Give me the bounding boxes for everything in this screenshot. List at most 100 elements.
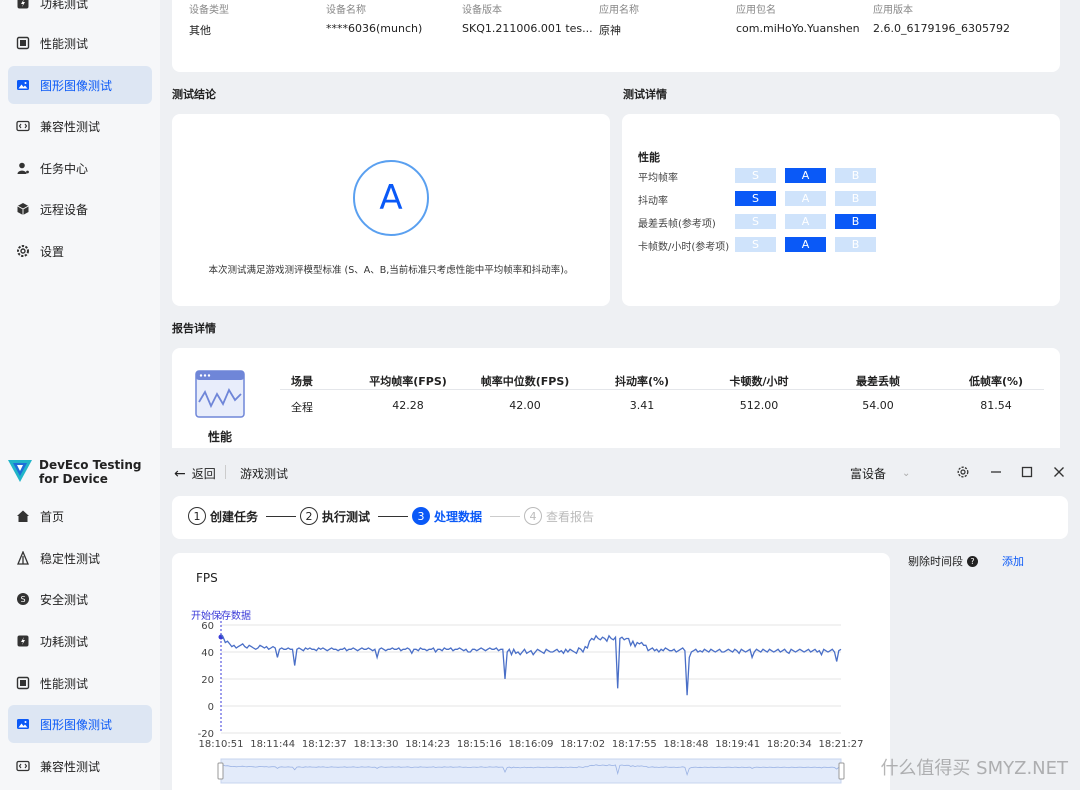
sidebar-item-bottom-5[interactable]: 图形图像测试 [8, 705, 152, 743]
x-tick-label: 18:17:55 [612, 739, 657, 750]
sidebar-item-bottom-4[interactable]: 性能测试 [8, 664, 152, 702]
table-cell: 42.00 [509, 399, 541, 412]
back-button[interactable]: ← 返回 [174, 465, 216, 482]
sidebar-item-top-5[interactable]: 远程设备 [8, 190, 152, 228]
table-header: 平均帧率(FPS) [369, 375, 447, 388]
steps-bar: 1 创建任务 2 执行测试 3 处理数据 4 查看报告 [172, 496, 1068, 539]
chevron-down-icon: ⌄ [902, 468, 911, 479]
step-label: 查看报告 [546, 509, 595, 524]
x-tick-label: 18:11:44 [250, 739, 295, 750]
info-value: ****6036(munch) [326, 22, 423, 35]
grade-box-b: B [835, 237, 876, 252]
sidebar-item-label: 设置 [40, 244, 65, 259]
sidebar-item-top-0[interactable]: 功耗测试 [8, 0, 152, 22]
info-value: 其他 [189, 24, 211, 37]
sidebar-item-top-2[interactable]: 图形图像测试 [8, 66, 152, 104]
sidebar-item-top-4[interactable]: 任务中心 [8, 149, 152, 187]
grade-row-label: 平均帧率 [638, 173, 678, 184]
power-icon [16, 634, 30, 648]
title-divider [225, 465, 226, 479]
watermark-text: 什么值得买 SMYZ.NET [880, 758, 1068, 779]
report-view: 设备类型 其他 设备名称 ****6036(munch) 设备版本 SKQ1.211006… [160, 0, 1080, 458]
sidebar-bottom: DevEco Testing for Device 首页 稳定性测试 S 安全测试 功耗… [0, 448, 160, 790]
maximize-icon[interactable] [1020, 465, 1034, 479]
conclusion-description: 本次测试满足游戏测评模型标准 (S、A、B,当前标准只考虑性能中平均帧率和抖动率… [208, 265, 574, 276]
code-icon [16, 759, 30, 773]
sidebar-item-label: 图形图像测试 [40, 78, 113, 93]
range-slider [220, 758, 842, 784]
step-connector [378, 516, 408, 517]
grade-box-a: A [785, 191, 826, 206]
x-tick-label: 18:17:02 [560, 739, 605, 750]
step-2: 2 执行测试 [300, 507, 370, 525]
add-button[interactable]: 添加 [1002, 553, 1024, 569]
exclude-period-label-wrap: 剔除时间段 ? [908, 553, 978, 569]
device-select[interactable]: 富设备 ⌄ [850, 465, 910, 482]
brand-line-1: DevEco Testing [39, 458, 142, 472]
x-tick-label: 18:19:41 [715, 739, 760, 750]
grade-box-s: S [735, 237, 776, 252]
table-cell: 81.54 [980, 399, 1012, 412]
x-tick-label: 18:16:09 [509, 739, 554, 750]
y-tick-label: 20 [201, 675, 214, 686]
sidebar-item-bottom-2[interactable]: S 安全测试 [8, 580, 152, 618]
x-tick-label: 18:21:27 [819, 739, 864, 750]
grade-circle: A [353, 160, 429, 236]
sidebar-item-top-6[interactable]: 设置 [8, 232, 152, 270]
table-cell: 512.00 [739, 399, 779, 412]
grade-box-a: A [785, 214, 826, 229]
sidebar-item-label: 首页 [40, 509, 65, 524]
sidebar-item-label: 性能测试 [40, 36, 89, 51]
grade-row-label: 卡帧数/小时(参考项) [638, 242, 730, 253]
grade-box-s: S [735, 168, 776, 183]
table-header: 场景 [291, 375, 313, 388]
sidebar-item-top-1[interactable]: 性能测试 [8, 24, 152, 62]
sidebar-item-bottom-1[interactable]: 稳定性测试 [8, 539, 152, 577]
info-label: 设备名称 [326, 5, 366, 16]
gear-icon[interactable] [956, 465, 970, 479]
table-cell: 全程 [291, 401, 313, 414]
performance-icon [16, 676, 30, 690]
report-card: 性能 场景 全程 平均帧率(FPS) 42.28 帧率中位数(FPS) 42.00 抖动率(… [172, 348, 1060, 458]
cube-icon [16, 202, 30, 216]
step-1: 1 创建任务 [188, 507, 258, 525]
grade-box-s: S [735, 214, 776, 229]
x-tick-label: 18:12:37 [302, 739, 347, 750]
device-info-card: 设备类型 其他 设备名称 ****6036(munch) 设备版本 SKQ1.211006… [172, 0, 1060, 72]
sidebar-item-bottom-6[interactable]: 兼容性测试 [8, 747, 152, 785]
fps-chart: 6040200-2018:10:51 18:11:44 18:12:37 18:13:… [191, 609, 864, 784]
x-tick-label: 18:10:51 [199, 739, 244, 750]
fps-series-line [220, 634, 842, 696]
title-bar: ← 返回 游戏测试 富设备 ⌄ [160, 448, 1080, 496]
step-number: 1 [188, 507, 206, 525]
step-3: 3 处理数据 [412, 507, 482, 525]
details-title: 测试详情 [623, 88, 667, 101]
sidebar-item-bottom-3[interactable]: 功耗测试 [8, 622, 152, 660]
info-label: 设备类型 [189, 5, 229, 16]
step-connector [266, 516, 296, 517]
grade-box-b: B [835, 191, 876, 206]
info-label: 应用版本 [873, 5, 913, 16]
device-select-value: 富设备 [850, 467, 887, 481]
help-icon[interactable]: ? [967, 555, 978, 567]
power-icon [16, 0, 30, 10]
table-cell: 54.00 [862, 399, 894, 412]
sidebar-item-label: 图形图像测试 [40, 717, 113, 732]
sidebar-item-bottom-0[interactable]: 首页 [8, 497, 152, 535]
minimize-icon[interactable] [989, 465, 1003, 479]
info-label: 应用包名 [736, 5, 776, 16]
sidebar-item-label: 安全测试 [40, 592, 89, 607]
conclusion-card: A 本次测试满足游戏测评模型标准 (S、A、B,当前标准只考虑性能中平均帧率和抖… [172, 114, 610, 306]
table-header: 卡顿数/小时 [729, 375, 789, 388]
security-icon: S [16, 592, 30, 606]
close-icon[interactable] [1052, 465, 1066, 479]
y-tick-label: 60 [201, 621, 214, 632]
sidebar-item-label: 功耗测试 [40, 0, 89, 11]
sidebar-item-top-3[interactable]: 兼容性测试 [8, 107, 152, 145]
range-slider-handle-left [217, 762, 224, 780]
game-test-view: ← 返回 游戏测试 富设备 ⌄ 1 创建任务 2 执行测试 3 处理数据 4 查看报告 FPS… [160, 448, 1080, 790]
back-label: 返回 [191, 467, 216, 481]
info-value: SKQ1.211006.001 tes... [462, 22, 593, 35]
chart-annotation: 开始保存数据 [191, 609, 251, 622]
table-header: 抖动率(%) [614, 375, 670, 388]
